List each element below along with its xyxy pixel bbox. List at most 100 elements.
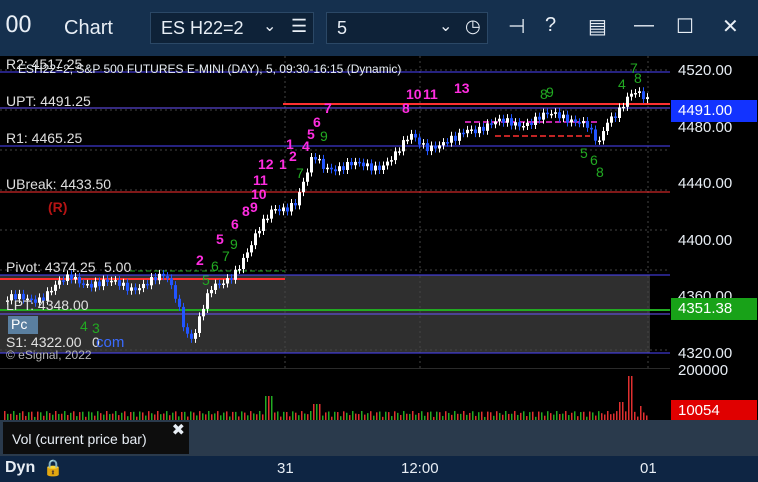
volume-bar — [271, 396, 273, 420]
volume-bar — [142, 412, 144, 420]
symbol-input[interactable]: ES H22=2 ⌄ ☰ — [150, 12, 314, 44]
volume-bar — [454, 411, 456, 420]
help-icon[interactable]: ? — [545, 14, 556, 37]
count-label: 5 — [580, 145, 588, 161]
volume-bar — [55, 411, 57, 420]
menu-icon[interactable]: ☰ — [291, 16, 307, 37]
volume-bar — [40, 412, 42, 420]
volume-chart-svg[interactable] — [0, 367, 670, 420]
candle-body — [518, 122, 521, 127]
candle-body — [602, 131, 605, 141]
dynamic-mode-label[interactable]: Dyn — [5, 459, 35, 477]
volume-bar — [199, 411, 201, 420]
candle-body — [362, 162, 365, 167]
volume-bar — [244, 412, 246, 420]
layout-menu-icon[interactable]: ▤ — [588, 14, 607, 39]
volume-bar — [634, 411, 636, 420]
volume-bar — [124, 411, 126, 420]
candle-body — [646, 97, 649, 100]
upt-label: UPT: 4491.25 — [6, 93, 91, 109]
candle-body — [570, 119, 573, 123]
volume-bar — [13, 411, 15, 420]
ubreak-label: UBreak: 4433.50 — [6, 176, 112, 192]
volume-bar — [133, 411, 135, 420]
count-label: 4 — [80, 318, 88, 334]
volume-bar — [367, 413, 369, 420]
volume-bar — [49, 413, 51, 420]
count-label: 3 — [92, 320, 100, 336]
candle-body — [74, 276, 77, 280]
candle-body — [82, 283, 85, 285]
candle-body — [302, 181, 305, 193]
volume-indicator-tab[interactable]: Vol (current price bar) ✖ — [3, 422, 189, 454]
candle-body — [610, 116, 613, 123]
volume-bar — [514, 411, 516, 420]
count-label: 11 — [423, 86, 438, 102]
symbol-value[interactable]: ES H22=2 — [161, 18, 244, 39]
candle-body — [470, 129, 473, 131]
volume-bar — [70, 412, 72, 420]
candle-body — [370, 163, 373, 171]
volume-bar — [232, 411, 234, 420]
volume-bar — [181, 411, 183, 420]
volume-pane[interactable] — [0, 367, 670, 420]
candle-body — [182, 306, 185, 328]
clock-icon[interactable]: ◷ — [465, 16, 481, 37]
pivot-label: Pivot: 4374.25 — [6, 259, 96, 275]
r2-label: R2: 4517.25 — [6, 56, 83, 72]
candle-body — [58, 280, 61, 285]
close-icon[interactable]: ✕ — [722, 14, 739, 39]
candle-body — [426, 143, 429, 152]
candle-body — [134, 287, 137, 291]
volume-bar — [283, 411, 285, 420]
candle-body — [222, 283, 225, 286]
candle-body — [206, 293, 209, 309]
candle-body — [506, 118, 509, 123]
candle-body — [546, 112, 549, 115]
candle-body — [262, 218, 265, 231]
candle-body — [618, 107, 621, 118]
candle-body — [450, 135, 453, 143]
volume-bar — [22, 411, 24, 420]
candle-body — [630, 93, 633, 97]
volume-bar — [556, 411, 558, 420]
candle-body — [346, 161, 349, 170]
volume-bar — [115, 411, 117, 420]
volume-bar — [19, 412, 21, 420]
candle-body — [418, 137, 421, 145]
count-label: 5 — [216, 231, 224, 247]
chevron-down-icon[interactable]: ⌄ — [439, 16, 452, 36]
candle-body — [258, 230, 261, 234]
candle-body — [402, 140, 405, 152]
interval-input[interactable]: 5 ⌄ ◷ — [326, 12, 488, 44]
candle-body — [334, 169, 337, 172]
chevron-down-icon[interactable]: ⌄ — [263, 16, 276, 36]
close-icon[interactable]: ✖ — [172, 420, 185, 440]
candle-body — [310, 156, 313, 173]
interval-value[interactable]: 5 — [337, 18, 347, 39]
volume-bar — [412, 411, 414, 420]
count-label: 7 — [222, 248, 230, 264]
candle-body — [202, 308, 205, 317]
price-plot[interactable] — [0, 56, 670, 368]
pivot-tail-label: 5.00 — [104, 259, 132, 275]
price-chart-svg[interactable] — [0, 56, 670, 368]
candle-body — [254, 233, 257, 246]
volume-bar — [250, 411, 252, 420]
candle-body — [494, 121, 497, 125]
app-icon[interactable]: 00 — [5, 13, 32, 38]
candle-body — [270, 209, 273, 219]
candle-body — [50, 290, 53, 293]
minimize-icon[interactable]: — — [634, 14, 654, 37]
pin-icon[interactable]: ⊣ — [508, 14, 525, 39]
maximize-icon[interactable]: ☐ — [676, 14, 694, 39]
lock-icon[interactable]: 🔒 — [43, 458, 63, 478]
candle-body — [642, 91, 645, 100]
volume-bar — [274, 412, 276, 420]
candle-body — [486, 123, 489, 131]
candle-body — [378, 165, 381, 171]
candle-body — [230, 278, 233, 280]
volume-bar — [28, 412, 30, 420]
candle-body — [226, 278, 229, 284]
count-label: 11 — [253, 172, 268, 188]
